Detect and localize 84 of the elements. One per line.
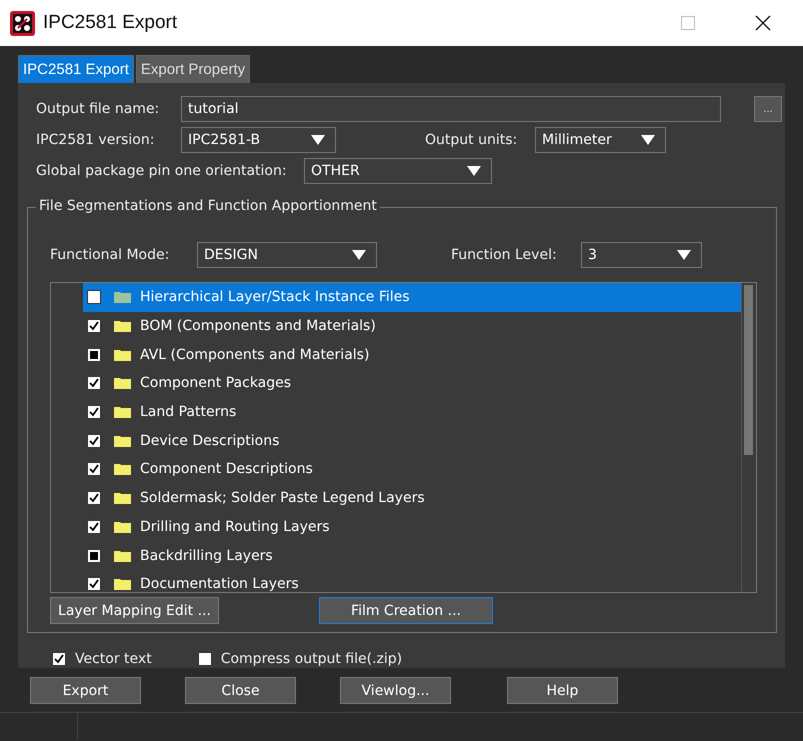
item-label: Documentation Layers	[140, 576, 299, 592]
checkbox-label: Vector text	[75, 651, 152, 667]
checkbox[interactable]	[87, 348, 101, 362]
select-value: DESIGN	[204, 246, 258, 262]
list-item[interactable]: Documentation Layers	[83, 570, 742, 592]
folder-icon	[114, 492, 131, 504]
checkbox-label: Compress output file(.zip)	[220, 651, 402, 667]
list-item[interactable]: AVL (Components and Materials)	[83, 340, 742, 370]
dialog-button[interactable]: Close	[185, 677, 296, 704]
select-value: OTHER	[311, 162, 360, 178]
list-item[interactable]: Backdrilling Layers	[83, 541, 742, 570]
item-label: Component Descriptions	[140, 461, 313, 478]
dialog-button[interactable]: Viewlog...	[340, 677, 451, 704]
scrollbar[interactable]	[741, 283, 756, 592]
folder-icon	[114, 320, 131, 332]
checkbox[interactable]	[198, 652, 212, 666]
dropdown-arrow-icon	[311, 134, 325, 144]
browse-button[interactable]: ...	[754, 96, 782, 122]
dropdown-arrow-icon	[467, 166, 481, 176]
field-label: Global package pin one orientation:	[36, 162, 288, 178]
field-label: Functional Mode:	[50, 246, 170, 262]
list-item[interactable]: Land Patterns	[83, 398, 742, 426]
checkbox[interactable]	[87, 405, 101, 420]
item-label: Soldermask; Solder Paste Legend Layers	[140, 490, 425, 506]
action-button[interactable]: Layer Mapping Edit ...	[50, 597, 219, 624]
checkbox[interactable]	[87, 290, 101, 304]
list-item[interactable]: BOM (Components and Materials)	[83, 312, 742, 340]
select-value: IPC2581-B	[188, 132, 260, 148]
list-item[interactable]: Drilling and Routing Layers	[83, 512, 742, 542]
checkbox[interactable]	[87, 434, 101, 448]
action-button[interactable]: Film Creation ...	[319, 597, 493, 624]
field-label: IPC2581 version:	[36, 132, 156, 148]
group-title: File Segmentations and Function Apportionment	[36, 198, 380, 214]
checkbox[interactable]	[87, 462, 101, 476]
tab[interactable]: IPC2581 Export	[18, 55, 134, 83]
item-label: Land Patterns	[140, 404, 236, 420]
mode-dropdown[interactable]: DESIGN	[197, 242, 377, 268]
dialog-button[interactable]: Help	[507, 677, 618, 704]
dropdown-arrow-icon	[677, 250, 691, 260]
folder-icon	[114, 291, 131, 304]
orientation-dropdown[interactable]: OTHER	[304, 158, 492, 184]
folder-icon	[114, 463, 131, 476]
list-item[interactable]: Hierarchical Layer/Stack Instance Files	[83, 283, 742, 312]
list-item[interactable]: Component Packages	[83, 369, 742, 398]
checkbox[interactable]	[87, 319, 101, 334]
checkbox[interactable]	[87, 520, 101, 534]
item-label: Hierarchical Layer/Stack Instance Files	[140, 289, 410, 306]
field-label: Output file name:	[36, 100, 160, 116]
file-name-field[interactable]: tutorial	[181, 96, 721, 122]
app-logo-icon	[10, 10, 35, 36]
checkbox[interactable]	[87, 577, 101, 592]
field-label: Output units:	[425, 132, 518, 148]
folder-icon	[114, 434, 131, 447]
dialog-button[interactable]: Export	[30, 677, 141, 704]
select-value: 3	[588, 246, 597, 262]
folder-icon	[114, 520, 131, 533]
units-dropdown[interactable]: Millimeter	[535, 126, 666, 152]
folder-icon	[114, 377, 131, 390]
window-title: IPC2581 Export	[43, 12, 178, 34]
field-label: Function Level:	[451, 246, 558, 262]
select-value: Millimeter	[542, 132, 612, 148]
list-item[interactable]: Soldermask; Solder Paste Legend Layers	[83, 484, 742, 512]
item-label: Component Packages	[140, 375, 292, 392]
checkbox[interactable]	[87, 376, 101, 390]
item-label: Device Descriptions	[140, 432, 280, 449]
list-item[interactable]: Device Descriptions	[83, 426, 742, 456]
checkbox[interactable]	[52, 652, 66, 666]
dropdown-arrow-icon	[641, 134, 655, 144]
checkbox[interactable]	[87, 548, 101, 563]
folder-icon	[114, 550, 131, 562]
level-dropdown[interactable]: 3	[581, 242, 702, 268]
folder-icon	[114, 406, 131, 418]
item-label: Drilling and Routing Layers	[140, 518, 330, 535]
item-label: Backdrilling Layers	[140, 548, 273, 564]
version-dropdown[interactable]: IPC2581-B	[181, 126, 336, 152]
close-icon[interactable]	[755, 15, 771, 31]
folder-icon	[114, 578, 131, 590]
checkbox[interactable]	[87, 491, 101, 506]
item-label: BOM (Components and Materials)	[140, 318, 376, 334]
dropdown-arrow-icon	[352, 250, 366, 260]
item-label: AVL (Components and Materials)	[140, 346, 370, 363]
tab[interactable]: Export Property	[136, 55, 250, 83]
list-item[interactable]: Component Descriptions	[83, 455, 742, 484]
folder-icon	[114, 348, 131, 361]
